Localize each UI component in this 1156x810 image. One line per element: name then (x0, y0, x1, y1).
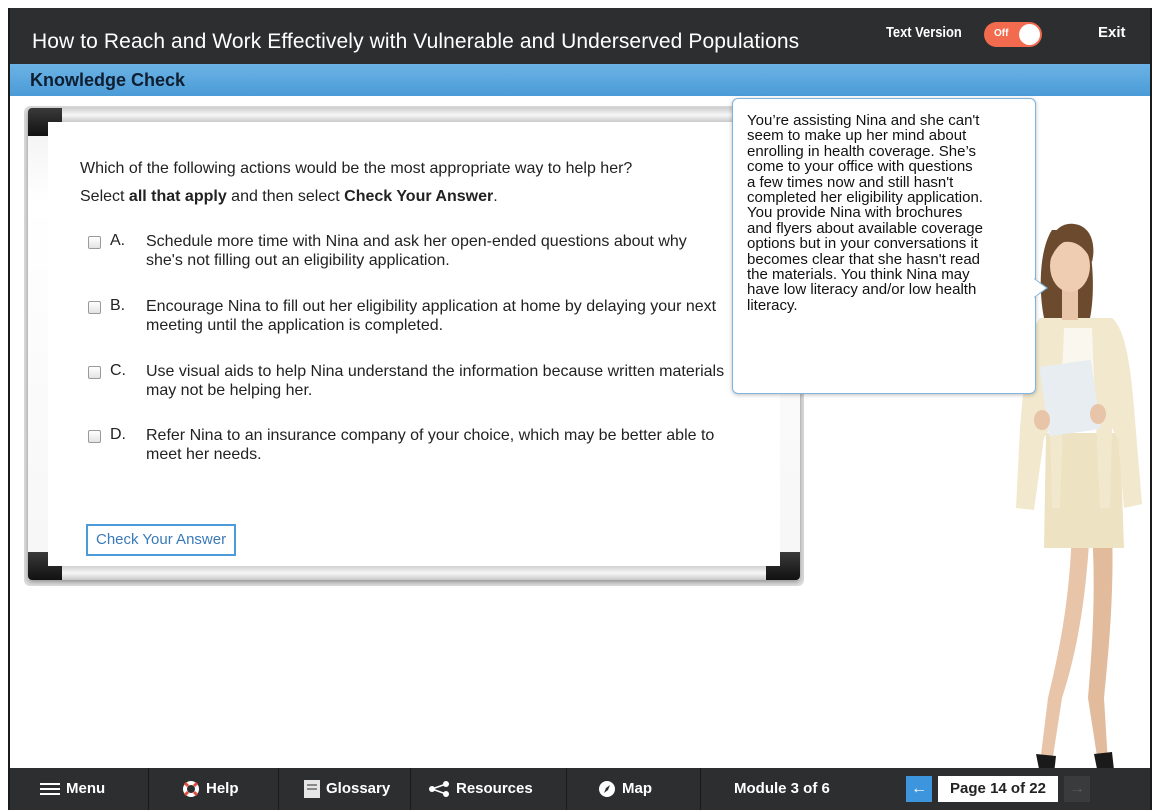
whiteboard-top-frame (28, 108, 800, 122)
arrow-left-icon: ← (911, 780, 927, 797)
option-letter: C. (110, 362, 126, 379)
nav-divider (700, 768, 701, 810)
option-text: Encourage Nina to fill out her eligibili… (146, 298, 717, 334)
course-player: How to Reach and Work Effectively with V… (8, 8, 1152, 810)
scenario-line: literacy. (747, 296, 798, 314)
question-panel: Which of the following actions would be … (48, 122, 780, 566)
nav-divider (566, 768, 567, 810)
option-letter: D. (110, 426, 126, 443)
page-indicator: Page 14 of 22 (938, 776, 1058, 802)
nav-divider (148, 768, 149, 810)
text-version-label: Text Version (886, 24, 962, 41)
help-button[interactable]: Help (182, 768, 239, 810)
scenario-line: enrolling in health coverage. She’s (747, 142, 977, 160)
share-icon (429, 781, 449, 798)
scenario-line: options but in your conversations it (747, 235, 978, 253)
menu-button[interactable]: Menu (40, 768, 105, 810)
scenario-line: You provide Nina with brochures (747, 204, 963, 222)
scenario-line: come to your office with questions (747, 158, 973, 176)
resources-button[interactable]: Resources (428, 768, 533, 810)
checkbox[interactable] (88, 430, 101, 443)
whiteboard-bottom-frame (28, 566, 800, 580)
glossary-button[interactable]: Glossary (304, 768, 390, 810)
scenario-line: the materials. You think Nina may (747, 266, 970, 284)
instruction-emphasis: all that apply (128, 188, 227, 205)
hamburger-icon (40, 783, 60, 796)
scenario-line: have low literacy and/or low health (747, 281, 977, 299)
scenario-line: and flyers about available coverage (747, 219, 983, 237)
course-title: How to Reach and Work Effectively with V… (32, 30, 800, 53)
toggle-state-label: Off (994, 28, 1009, 39)
menu-label: Menu (66, 780, 106, 797)
scenario-speech-bubble: You’re assisting Nina and she can't seem… (732, 98, 1036, 394)
book-icon (304, 780, 320, 799)
checkbox[interactable] (88, 301, 101, 314)
instruction-text: . (493, 188, 498, 205)
question-prompt: Which of the following actions would be … (80, 160, 633, 177)
instruction-emphasis: Check Your Answer (344, 188, 494, 205)
exit-button[interactable]: Exit (1098, 24, 1126, 41)
check-answer-button[interactable]: Check Your Answer (86, 524, 237, 556)
lifebuoy-icon (183, 781, 199, 798)
compass-icon (599, 781, 615, 798)
map-button[interactable]: Map (598, 768, 652, 810)
title-bar: How to Reach and Work Effectively with V… (10, 8, 1150, 64)
scenario-line: becomes clear that she hasn't read (747, 250, 980, 268)
help-label: Help (206, 780, 239, 797)
resources-label: Resources (456, 780, 533, 797)
arrow-right-icon: → (1069, 780, 1085, 797)
map-label: Map (622, 780, 652, 797)
glossary-label: Glossary (326, 780, 391, 797)
text-version-toggle[interactable]: Off (984, 22, 1042, 47)
section-title: Knowledge Check (30, 70, 186, 90)
module-indicator: Module 3 of 6 (734, 780, 830, 797)
next-page-button[interactable]: → (1064, 776, 1090, 802)
whiteboard: Which of the following actions would be … (28, 108, 800, 580)
option-letter: B. (110, 297, 126, 314)
question-instruction: Select all that apply and then select Ch… (80, 188, 498, 206)
section-header: Knowledge Check (10, 64, 1150, 96)
scenario-line: You’re assisting Nina and she can't (747, 112, 980, 129)
option-letter: A. (110, 232, 126, 249)
checkbox[interactable] (88, 236, 101, 249)
previous-page-button[interactable]: ← (906, 776, 932, 802)
nav-divider (410, 768, 411, 810)
speech-bubble-tail-fill (1034, 279, 1046, 297)
option-text: Refer Nina to an insurance company of yo… (146, 427, 715, 463)
bottom-nav-bar: Menu Help Glossary Resources Map Module … (10, 768, 1150, 810)
scenario-line: seem to make up her mind about (747, 127, 967, 145)
scenario-line: a few times now and still hasn't (747, 173, 954, 191)
toggle-knob (1019, 24, 1040, 45)
instruction-text: and then select (226, 188, 345, 205)
nav-divider (278, 768, 279, 810)
option-text: Use visual aids to help Nina understand … (146, 363, 725, 399)
scenario-text: You’re assisting Nina and she can't seem… (747, 112, 1031, 314)
option-text: Schedule more time with Nina and ask her… (146, 233, 687, 269)
scenario-line: completed her eligibility application. (747, 189, 983, 207)
instruction-text: Select (80, 188, 129, 205)
checkbox[interactable] (88, 366, 101, 379)
